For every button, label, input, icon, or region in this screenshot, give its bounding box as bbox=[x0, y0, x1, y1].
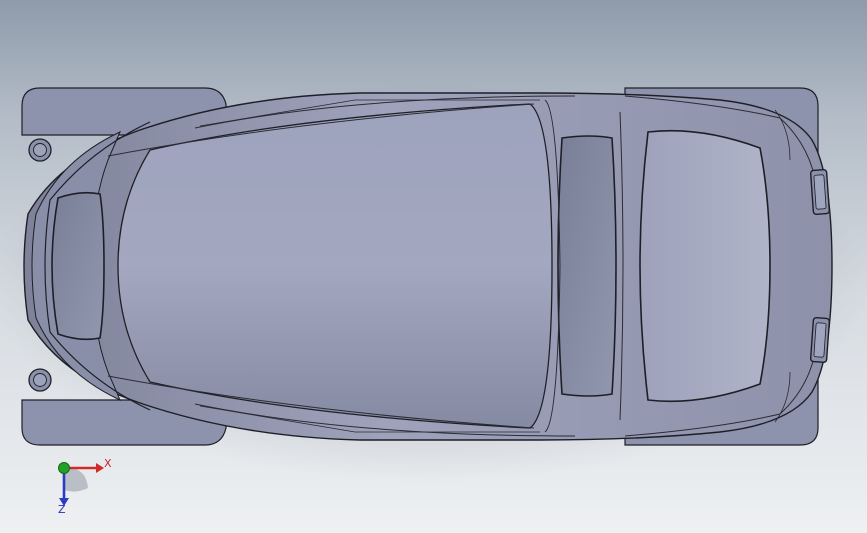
tail-light-left-inner bbox=[33, 143, 47, 157]
roof-panel[interactable] bbox=[117, 103, 553, 429]
z-axis-label: Z bbox=[58, 503, 66, 516]
tail-light-right-inner bbox=[33, 373, 47, 387]
headlight-left-inner bbox=[813, 174, 827, 210]
rear-window[interactable] bbox=[51, 191, 105, 341]
car-body-model[interactable] bbox=[0, 0, 867, 533]
headlight-right-inner bbox=[813, 322, 827, 358]
x-axis-label: X bbox=[104, 457, 112, 470]
windshield[interactable] bbox=[557, 135, 617, 397]
reference-triad: X Z bbox=[46, 452, 116, 518]
x-axis-arrow bbox=[96, 463, 104, 473]
y-axis-dot bbox=[58, 462, 70, 474]
hood[interactable] bbox=[639, 129, 771, 403]
graphics-viewport[interactable]: X Z bbox=[0, 0, 867, 533]
